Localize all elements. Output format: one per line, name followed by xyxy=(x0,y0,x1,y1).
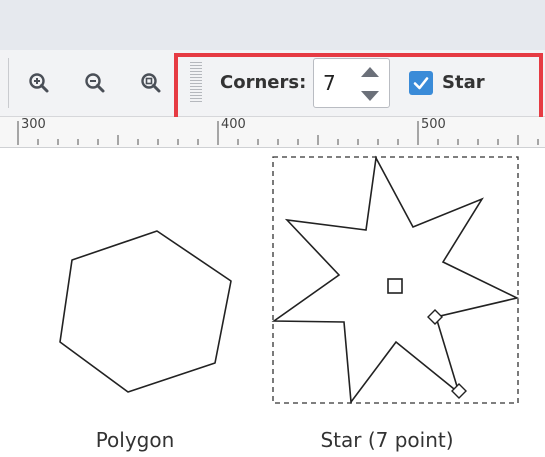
triangle-down-icon xyxy=(361,91,379,101)
horizontal-ruler[interactable] xyxy=(0,117,545,148)
ruler-label-500: 500 xyxy=(421,117,446,132)
corners-increment-button[interactable] xyxy=(356,62,384,82)
star-checkbox-label[interactable]: Star xyxy=(442,70,485,96)
ruler-label-400: 400 xyxy=(221,117,246,132)
zoom-in-button[interactable] xyxy=(26,70,52,96)
zoom-fit-button[interactable] xyxy=(138,70,164,96)
corners-value[interactable]: 7 xyxy=(323,70,336,96)
triangle-up-icon xyxy=(361,67,379,77)
toolbar-separator xyxy=(8,58,9,108)
zoom-out-icon xyxy=(85,73,105,93)
zoom-fit-icon xyxy=(141,73,161,93)
hexagon-polygon-shape[interactable] xyxy=(59,230,232,393)
star-center-handle[interactable] xyxy=(387,278,403,294)
polygon-caption: Polygon xyxy=(95,428,175,452)
zoom-in-icon xyxy=(29,73,49,93)
corners-label: Corners: xyxy=(220,72,307,93)
ruler-label-300: 300 xyxy=(21,117,46,132)
zoom-out-button[interactable] xyxy=(82,70,108,96)
canvas-shapes xyxy=(59,155,520,405)
toolbar-drag-handle[interactable] xyxy=(190,62,202,104)
window-top-band xyxy=(0,0,545,50)
checkmark-icon xyxy=(413,77,429,90)
ruler-ticks xyxy=(17,121,539,145)
star-caption: Star (7 point) xyxy=(320,428,454,452)
star-checkbox[interactable] xyxy=(409,71,433,95)
corners-decrement-button[interactable] xyxy=(356,86,384,106)
